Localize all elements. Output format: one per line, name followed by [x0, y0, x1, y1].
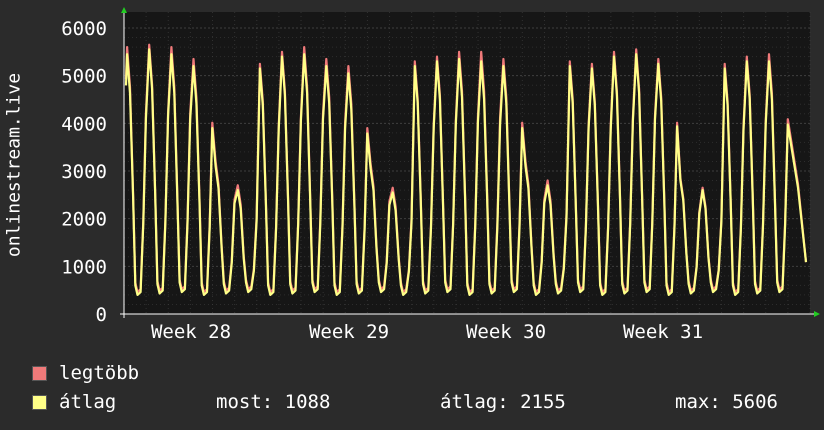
legend-item-avg: átlag [32, 391, 116, 413]
stat-now: most: 1088 [216, 391, 331, 413]
stat-max: max: 5606 [675, 391, 778, 413]
y-tick-label: 4000 [61, 113, 107, 135]
stat-average: átlag: 2155 [440, 391, 566, 413]
x-axis-arrow [814, 311, 820, 317]
x-tick-label: Week 30 [466, 321, 546, 343]
y-tick-label: 6000 [61, 18, 107, 40]
chart-area: 0 1000 2000 3000 4000 5000 6000 Week 28 Week 29… [61, 7, 820, 343]
y-axis-label: onlinestream.live [3, 72, 25, 258]
x-tick-label: Week 28 [151, 321, 231, 343]
legend-label-avg: átlag [59, 391, 117, 413]
legend-label-max: legtöbb [59, 362, 140, 384]
x-tick-labels: Week 28 Week 29 Week 30 Week 31 [151, 321, 703, 343]
y-tick-label: 1000 [61, 256, 107, 278]
y-tick-label: 0 [96, 304, 107, 326]
y-tick-label: 5000 [61, 66, 107, 88]
legend-swatch-avg [32, 394, 47, 410]
legend-swatch-max [32, 365, 47, 381]
x-tick-label: Week 31 [623, 321, 703, 343]
y-axis-arrow [121, 7, 127, 13]
y-tick-labels: 0 1000 2000 3000 4000 5000 6000 [61, 18, 107, 326]
y-tick-label: 2000 [61, 209, 107, 231]
y-tick-label: 3000 [61, 161, 107, 183]
legend-item-max: legtöbb [32, 362, 139, 384]
x-tick-label: Week 29 [309, 321, 389, 343]
